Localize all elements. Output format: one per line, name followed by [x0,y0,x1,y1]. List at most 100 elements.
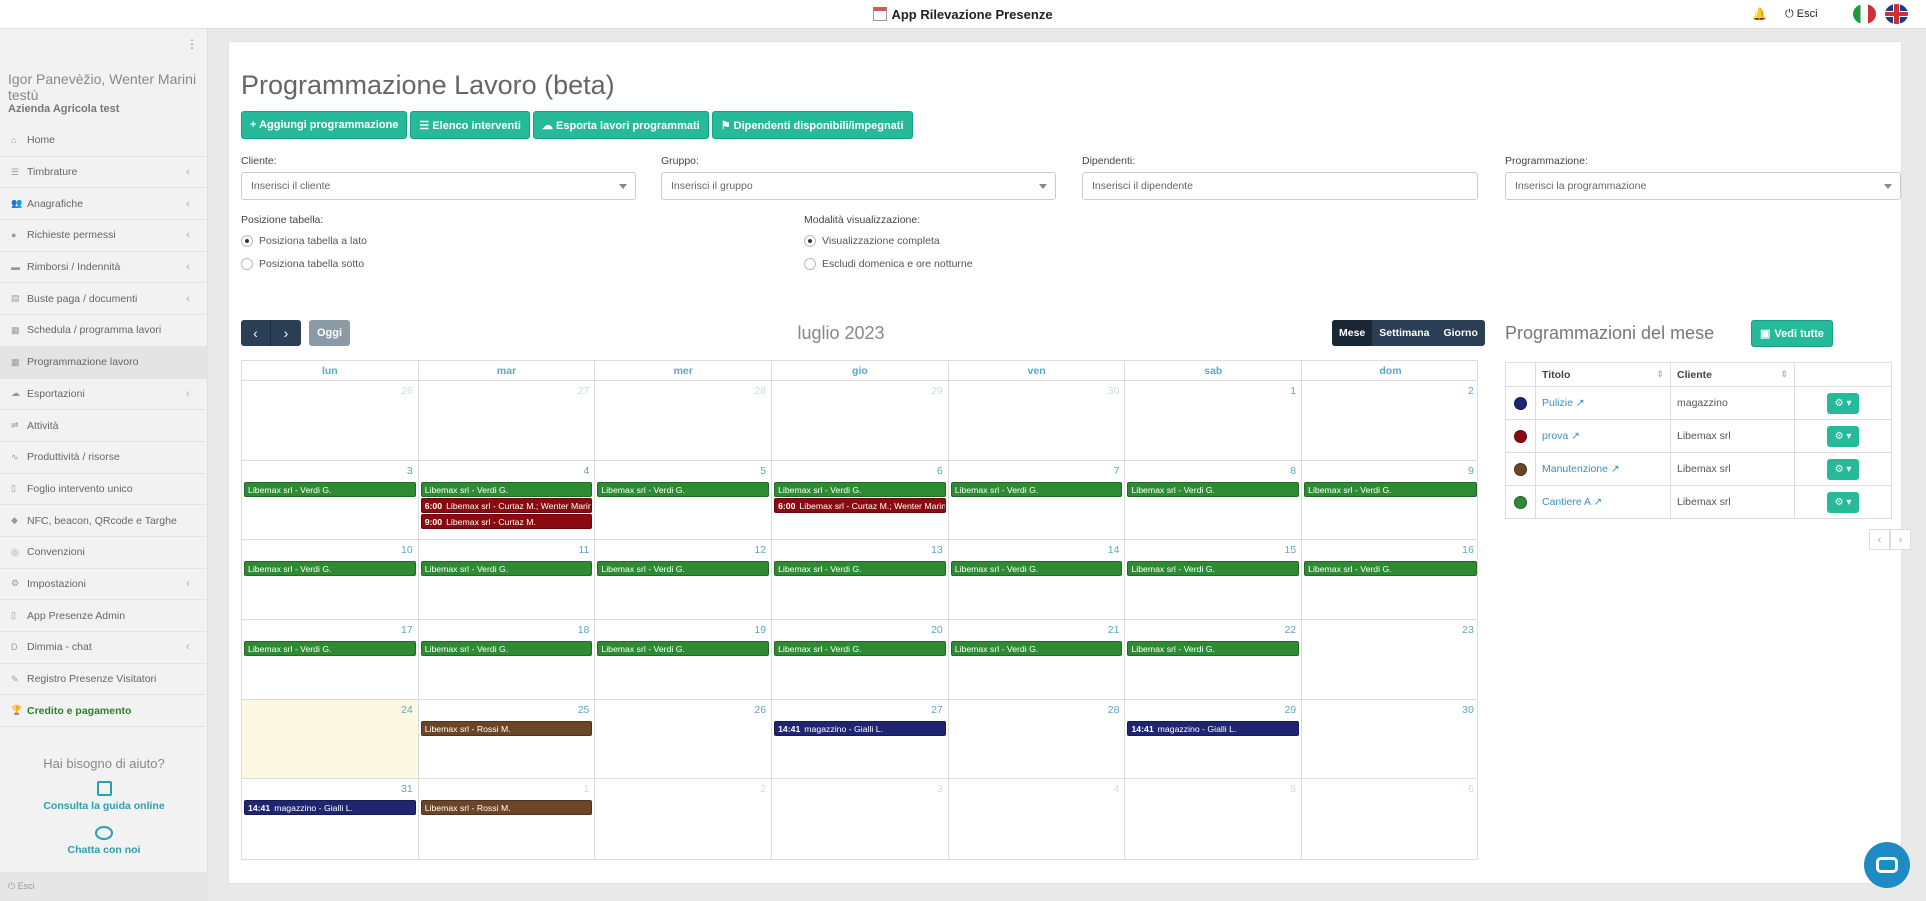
gear-dropdown-button[interactable]: ⚙ ▾ [1827,458,1859,480]
day-number[interactable]: 18 [578,624,590,636]
day-number[interactable]: 5 [1290,783,1296,795]
calendar-day-cell[interactable]: 2 [1302,381,1479,460]
calendar-day-cell[interactable]: 20 Libemax srl - Verdi G. [772,620,949,699]
export-button[interactable]: ☁ Esporta lavori programmati [532,111,709,139]
sidebar-item-2[interactable]: 👥 Anagrafiche ‹ [0,188,208,221]
logout-button[interactable]: ⏻ Esci [1785,8,1818,21]
calendar-event[interactable]: Libemax srl - Verdi G. [950,481,1123,497]
calendar-day-cell[interactable]: 28 [949,699,1126,779]
day-number[interactable]: 22 [1284,624,1296,636]
calendar-day-cell[interactable]: 14 Libemax srl - Verdi G. [949,540,1126,620]
day-number[interactable]: 19 [754,624,766,636]
day-number[interactable]: 3 [937,783,943,795]
calendar-event[interactable]: Libemax srl - Verdi G. [597,641,770,657]
sidebar-menu-icon[interactable]: ⋮ [186,37,198,51]
calendar-day-cell[interactable]: 1 Libemax srl - Rossi M. [419,779,596,860]
calendar-day-cell[interactable]: 31 14:41 magazzino - Gialli L. [242,779,419,860]
next-page-button[interactable]: › [1890,529,1911,550]
sidebar-item-13[interactable]: ◎ Convenzioni [0,537,208,569]
sidebar-item-9[interactable]: ⇌ Attività [0,410,208,442]
day-number[interactable]: 1 [584,783,590,795]
calendar-event[interactable]: Libemax srl - Rossi M. [420,800,593,816]
day-number[interactable]: 30 [1108,385,1120,397]
calendar-day-cell[interactable]: 26 [242,381,419,460]
programmazione-select[interactable]: Inserisci la programmazione [1505,172,1901,200]
radio-button[interactable] [804,235,816,247]
external-link-icon[interactable]: ↗ [1608,463,1620,475]
day-number[interactable]: 9 [1468,465,1474,477]
uk-flag-icon[interactable] [1885,4,1908,24]
calendar-day-cell[interactable]: 2 [595,779,773,860]
day-number[interactable]: 2 [760,783,766,795]
sort-icon[interactable]: ⇕ [1780,369,1788,380]
sort-icon[interactable]: ⇕ [1656,369,1664,380]
external-link-icon[interactable]: ↗ [1568,430,1580,442]
programming-title-link[interactable]: prova [1542,430,1568,442]
sidebar-logout-button[interactable]: ⏻ Esci [0,872,208,901]
programming-title-link[interactable]: Pulizie [1542,397,1573,409]
chat-icon[interactable] [95,826,113,840]
calendar-event[interactable]: Libemax srl - Verdi G. [1127,561,1300,577]
chat-link[interactable]: Chatta con noi [0,844,208,856]
view-mese-button[interactable]: Mese [1332,320,1373,346]
calendar-day-cell[interactable]: 21 Libemax srl - Verdi G. [949,620,1126,699]
calendar-day-cell[interactable]: 12 Libemax srl - Verdi G. [595,540,773,620]
radio-posizione-sotto[interactable]: Posiziona tabella sotto [241,258,364,270]
calendar-event[interactable]: Libemax srl - Verdi G. [244,561,416,577]
day-number[interactable]: 2 [1468,385,1474,397]
calendar-day-cell[interactable]: 3 Libemax srl - Verdi G. [242,460,419,540]
today-button[interactable]: Oggi [309,320,351,346]
sidebar-item-0[interactable]: ⌂ Home [0,125,208,157]
calendar-day-cell[interactable]: 17 Libemax srl - Verdi G. [242,620,419,699]
day-number[interactable]: 25 [578,704,590,716]
calendar-event[interactable]: Libemax srl - Verdi G. [950,641,1123,657]
calendar-day-cell[interactable]: 29 [772,381,949,460]
external-link-icon[interactable]: ↗ [1573,397,1585,409]
day-number[interactable]: 31 [401,783,413,795]
calendar-event[interactable]: 14:41 magazzino - Gialli L. [1127,720,1300,736]
calendar-day-cell[interactable]: 27 [419,381,596,460]
view-giorno-button[interactable]: Giorno [1436,320,1484,346]
sidebar-item-17[interactable]: ✎ Registro Presenze Visitatori [0,664,208,696]
calendar-event[interactable]: 14:41 magazzino - Gialli L. [244,800,416,816]
programming-title-link[interactable]: Cantiere A [1542,496,1590,508]
prev-month-button[interactable]: ‹ [241,320,271,346]
gear-dropdown-button[interactable]: ⚙ ▾ [1827,425,1859,447]
title-column-header[interactable]: Titolo ⇕ [1535,362,1671,387]
calendar-event[interactable]: Libemax srl - Verdi G. [420,641,593,657]
day-number[interactable]: 5 [760,465,766,477]
day-number[interactable]: 16 [1462,544,1474,556]
sidebar-item-15[interactable]: ▯ App Presenze Admin [0,600,208,632]
calendar-day-cell[interactable]: 15 Libemax srl - Verdi G. [1125,540,1303,620]
calendar-event[interactable]: Libemax srl - Verdi G. [420,561,593,577]
calendar-event[interactable]: Libemax srl - Verdi G. [244,641,416,657]
day-number[interactable]: 10 [401,544,413,556]
radio-button[interactable] [241,258,253,270]
calendar-day-cell[interactable]: 16 Libemax srl - Verdi G. [1302,540,1479,619]
day-number[interactable]: 12 [754,544,766,556]
sidebar-item-6[interactable]: ▦ Schedula / programma lavori [0,315,208,347]
day-number[interactable]: 30 [1462,704,1474,716]
day-number[interactable]: 20 [931,624,943,636]
day-number[interactable]: 7 [1114,465,1120,477]
sidebar-item-16[interactable]: D Dimmia - chat ‹ [0,632,208,664]
next-month-button[interactable]: › [271,320,301,346]
interventions-list-button[interactable]: ☰ Elenco interventi [410,111,530,139]
calendar-day-cell[interactable]: 24 [242,699,419,779]
calendar-event[interactable]: 6:00 Libemax srl - Curtaz M.; Wenter Mari… [420,497,593,513]
view-settimana-button[interactable]: Settimana [1372,320,1436,346]
calendar-event[interactable]: Libemax srl - Verdi G. [774,481,946,497]
prev-page-button[interactable]: ‹ [1869,529,1890,550]
day-number[interactable]: 13 [931,544,943,556]
day-number[interactable]: 29 [931,385,943,397]
calendar-day-cell[interactable]: 19 Libemax srl - Verdi G. [595,620,773,699]
calendar-event[interactable]: 6:00 Libemax srl - Curtaz M.; Wenter Mari… [774,497,946,513]
calendar-day-cell[interactable]: 28 [595,381,773,460]
calendar-day-cell[interactable]: 25 Libemax srl - Rossi M. [419,699,596,779]
day-number[interactable]: 4 [584,465,590,477]
calendar-event[interactable]: Libemax srl - Rossi M. [420,720,593,736]
calendar-event[interactable]: Libemax srl - Verdi G. [1304,561,1477,577]
day-number[interactable]: 17 [401,624,413,636]
calendar-day-cell[interactable]: 10 Libemax srl - Verdi G. [242,540,419,620]
calendar-event[interactable]: Libemax srl - Verdi G. [774,641,946,657]
